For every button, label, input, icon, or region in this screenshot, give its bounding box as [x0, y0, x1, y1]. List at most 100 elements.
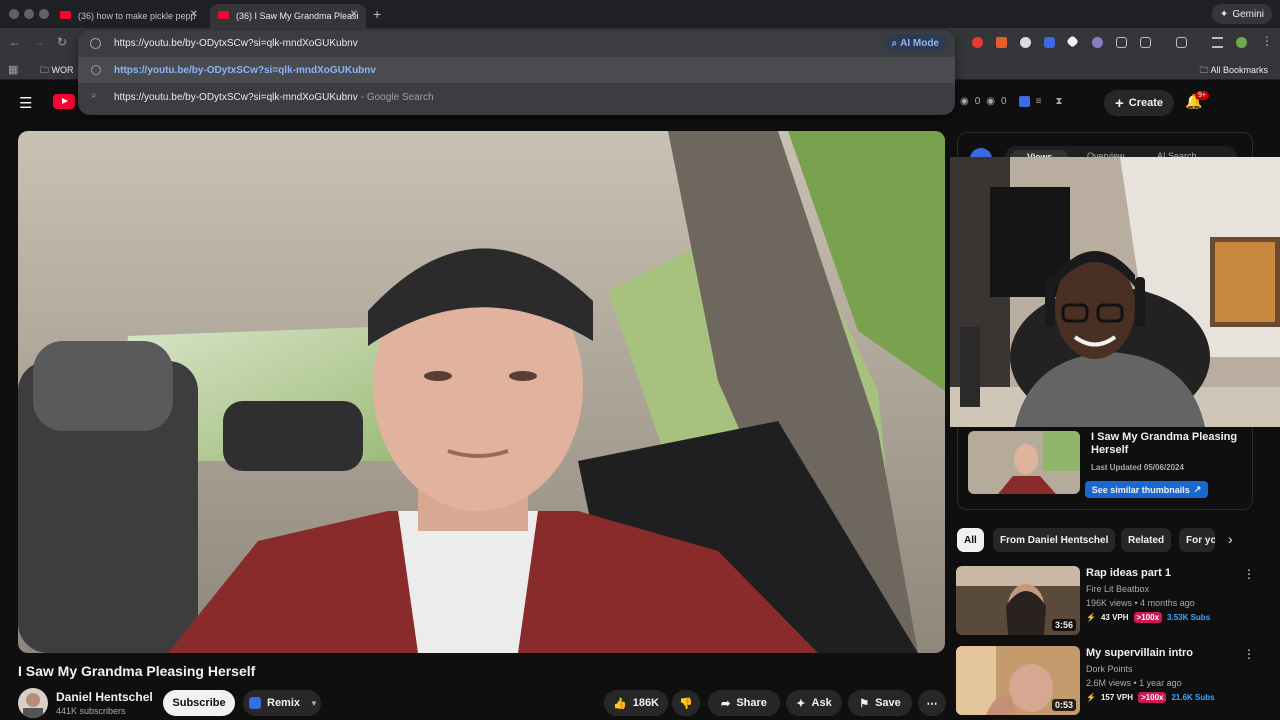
bookmark-folder[interactable]: 🗀 WOR	[40, 63, 74, 79]
gemini-button[interactable]: ✦ Gemini	[1211, 4, 1272, 24]
sparkle-icon: ✦	[1219, 8, 1229, 20]
recommendation-channel[interactable]: Dork Points	[1086, 664, 1133, 674]
reload-icon[interactable]: ↻	[57, 35, 67, 49]
channel-avatar[interactable]	[18, 688, 48, 718]
extension-icon[interactable]	[996, 37, 1007, 48]
browser-tab-bar: (36) how to make pickle pepp ✕ (36) I Sa…	[0, 0, 1280, 28]
extension-icon[interactable]	[972, 37, 983, 48]
all-bookmarks-button[interactable]: 🗀 All Bookmarks	[1199, 63, 1268, 79]
chip-related[interactable]: Related	[1121, 528, 1172, 552]
outlier-badge: >100x	[1138, 692, 1167, 703]
video-thumbnail[interactable]	[968, 431, 1080, 494]
share-button[interactable]: ➦ Share	[708, 690, 780, 716]
window-minimize-button[interactable]	[24, 9, 34, 19]
recommendation-thumbnail[interactable]: 3:56	[956, 566, 1080, 635]
close-tab-icon[interactable]: ✕	[350, 9, 358, 20]
video-title: I Saw My Grandma Pleasing Herself	[18, 663, 256, 679]
thumbs-up-icon: 👍	[613, 697, 627, 710]
external-link-icon: ↗	[1193, 484, 1202, 494]
counter-value: 0	[974, 96, 981, 107]
hourglass-icon[interactable]: ⧗	[1055, 96, 1062, 107]
share-icon: ➦	[721, 697, 731, 710]
bookmark-folder-label: WOR	[51, 65, 74, 75]
recommendation-stats: ⚡ 157 VPH >100x 21.6K Subs	[1086, 692, 1215, 703]
puzzle-icon[interactable]	[1140, 37, 1151, 48]
more-vert-icon[interactable]: ⋮	[1243, 567, 1255, 581]
remix-button[interactable]: Remix ▼	[243, 690, 321, 716]
back-icon[interactable]: ←	[9, 35, 21, 49]
chip-from-channel[interactable]: From Daniel Hentschel	[993, 528, 1116, 552]
subscriber-count: 441K subscribers	[56, 706, 126, 716]
omnibox-dropdown: https://youtu.be/by-ODytxSCw?si=qlk-mndX…	[78, 30, 955, 115]
thumbnail-card-title: I Saw My Grandma Pleasing Herself	[1091, 431, 1238, 456]
hamburger-menu-icon[interactable]: ☰	[19, 94, 32, 112]
recommendation-title[interactable]: My supervillain intro	[1086, 647, 1193, 659]
save-button[interactable]: ⚑ Save	[848, 690, 912, 716]
recommendation-title[interactable]: Rap ideas part 1	[1086, 567, 1171, 579]
counter-value: 0	[1001, 96, 1007, 107]
sidepanel-icon[interactable]	[1176, 37, 1187, 48]
search-sparkle-icon: ⌕	[891, 37, 898, 49]
more-vert-icon[interactable]: ⋮	[1243, 647, 1255, 661]
forward-icon[interactable]: →	[33, 35, 45, 49]
search-icon: ⌕	[91, 90, 97, 101]
site-info-icon[interactable]	[90, 38, 101, 49]
video-duration-badge: 0:53	[1051, 699, 1076, 711]
extension-icon[interactable]	[1116, 37, 1127, 48]
omnibox-suggestion-search[interactable]: ⌕ https://youtu.be/by-ODytxSCw?si=qlk-mn…	[78, 84, 955, 110]
omnibox-suggestion-url[interactable]: https://youtu.be/by-ODytxSCw?si=qlk-mndX…	[78, 57, 955, 83]
youtube-logo-icon[interactable]	[53, 94, 75, 109]
video-frame-car-selfie	[18, 131, 945, 653]
chevron-down-icon: ▼	[310, 698, 318, 708]
extension-icon[interactable]	[1044, 37, 1055, 48]
chip-all[interactable]: All	[957, 528, 984, 552]
streamer-webcam-image	[950, 157, 1280, 427]
thumbs-down-icon: 👎	[679, 697, 693, 710]
bookmark-icon: ⚑	[859, 697, 870, 710]
ai-mode-label: AI Mode	[900, 37, 939, 49]
tab-title: (36) I Saw My Grandma Pleasi	[236, 11, 359, 21]
new-tab-icon[interactable]: +	[373, 6, 381, 22]
more-actions-button[interactable]: ⋯	[918, 690, 946, 716]
create-label: Create	[1128, 97, 1163, 109]
window-zoom-button[interactable]	[39, 9, 49, 19]
suggestion-text: https://youtu.be/by-ODytxSCw?si=qlk-mndX…	[114, 64, 376, 76]
address-bar-input[interactable]: https://youtu.be/by-ODytxSCw?si=qlk-mndX…	[114, 38, 358, 49]
vidiq-icon[interactable]	[1018, 96, 1030, 107]
plus-icon: +	[1114, 94, 1124, 112]
close-tab-icon[interactable]: ✕	[190, 9, 198, 20]
lightning-icon: ⚡	[1086, 693, 1096, 702]
last-updated-text: Last Updated 05/06/2024	[1091, 463, 1184, 472]
vph-value: 157 VPH	[1100, 693, 1133, 702]
remix-icon	[249, 697, 261, 709]
window-close-button[interactable]	[9, 9, 19, 19]
extension-icon[interactable]	[1020, 37, 1031, 48]
recommendation-channel[interactable]: Fire Lit Beatbox	[1086, 584, 1149, 594]
extension-icon[interactable]	[1092, 37, 1103, 48]
chevron-right-icon[interactable]: ›	[1228, 531, 1233, 547]
channel-name[interactable]: Daniel Hentschel	[56, 690, 153, 704]
ai-mode-button[interactable]: ⌕ AI Mode	[883, 34, 947, 52]
recommendation-meta: 2.6M views • 1 year ago	[1086, 678, 1182, 688]
extension-counters: ◉ 0 ◉ 0 ≡ ⧗	[960, 96, 1062, 107]
outlier-badge: >100x	[1133, 612, 1163, 623]
menu-kebab-icon[interactable]: ⋮	[1261, 34, 1273, 48]
subs-value: 3.53K Subs	[1167, 613, 1211, 622]
see-similar-thumbnails-button[interactable]: See similar thumbnails ↗	[1085, 481, 1208, 498]
create-button[interactable]: + Create	[1104, 90, 1174, 116]
dislike-button[interactable]: 👎	[672, 690, 700, 716]
subscribe-button[interactable]: Subscribe	[163, 690, 235, 716]
media-icon[interactable]	[1212, 37, 1223, 48]
video-player[interactable]	[18, 131, 945, 653]
browser-tab[interactable]: (36) how to make pickle pepp ✕	[52, 4, 206, 28]
profile-avatar-icon[interactable]	[1236, 37, 1247, 48]
ask-button[interactable]: ✦ Ask	[786, 690, 842, 716]
youtube-favicon-icon	[60, 11, 71, 19]
apps-grid-icon[interactable]: ▦	[8, 63, 18, 76]
chip-for-you[interactable]: For yo	[1179, 528, 1215, 552]
list-icon[interactable]: ≡	[1036, 96, 1042, 107]
youtube-favicon-icon	[218, 11, 229, 19]
like-button[interactable]: 👍 186K	[604, 690, 668, 716]
recommendation-thumbnail[interactable]: 0:53	[956, 646, 1080, 715]
browser-tab-active[interactable]: (36) I Saw My Grandma Pleasi ✕	[210, 4, 366, 28]
